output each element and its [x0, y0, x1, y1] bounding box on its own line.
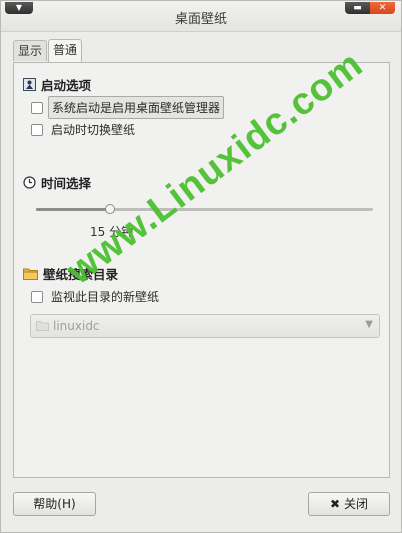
watch-folder-checkbox[interactable]: [31, 290, 43, 303]
switch-on-start-label[interactable]: 启动时切换壁纸: [48, 119, 138, 140]
startup-section-heading: 启动选项: [23, 75, 91, 94]
chevron-down-icon[interactable]: ▼: [365, 319, 373, 330]
window-controls: ▬ ✕: [345, 2, 395, 14]
general-panel: 启动选项 系统启动是启用桌面壁纸管理器 启动时切换壁纸 时间选择 15 分钟 壁…: [13, 62, 390, 478]
folder-icon: [23, 267, 38, 280]
folder-heading-text: 壁纸搜索目录: [43, 267, 119, 282]
folder-icon: [36, 320, 49, 333]
folder-combo-value: linuxidc: [53, 319, 100, 333]
close-x-icon: ✖: [329, 497, 341, 511]
slider-handle[interactable]: [105, 204, 115, 214]
wallpaper-window: ▼ 桌面壁纸 ▬ ✕ 显示 普通 启动选项 系统启动是启用桌面壁纸管理器 启动时…: [0, 0, 402, 533]
startup-heading-text: 启动选项: [41, 78, 92, 93]
title-bar: ▼ 桌面壁纸 ▬ ✕: [1, 1, 401, 32]
interval-slider[interactable]: [36, 204, 373, 214]
window-title: 桌面壁纸: [174, 12, 227, 27]
enable-manager-checkbox[interactable]: [31, 101, 43, 114]
help-button[interactable]: 帮助(H): [13, 492, 96, 516]
watch-folder-label[interactable]: 监视此目录的新壁纸: [48, 286, 162, 307]
help-button-label: 帮助(H): [33, 497, 76, 511]
enable-manager-label[interactable]: 系统启动是启用桌面壁纸管理器: [48, 96, 225, 119]
minimize-icon[interactable]: ▬: [345, 2, 370, 14]
tab-display[interactable]: 显示: [13, 40, 48, 61]
time-heading-text: 时间选择: [41, 176, 92, 191]
tab-bar: 显示 普通: [13, 39, 83, 62]
close-button[interactable]: ✖ 关闭: [308, 492, 390, 516]
tab-general[interactable]: 普通: [48, 39, 83, 62]
slider-fill: [36, 208, 110, 211]
clock-icon: [23, 176, 36, 189]
startup-icon: [23, 78, 36, 91]
close-x-icon[interactable]: ✕: [370, 2, 395, 14]
folder-combo[interactable]: linuxidc ▼: [30, 314, 380, 338]
folder-option-watch[interactable]: 监视此目录的新壁纸: [31, 286, 162, 307]
startup-option-switch[interactable]: 启动时切换壁纸: [31, 119, 138, 140]
time-section-heading: 时间选择: [23, 173, 91, 192]
startup-option-enable[interactable]: 系统启动是启用桌面壁纸管理器: [31, 96, 225, 119]
folder-section-heading: 壁纸搜索目录: [23, 264, 118, 283]
interval-value: 15 分钟: [90, 225, 134, 239]
close-button-label: 关闭: [344, 497, 369, 511]
switch-on-start-checkbox[interactable]: [31, 123, 43, 136]
